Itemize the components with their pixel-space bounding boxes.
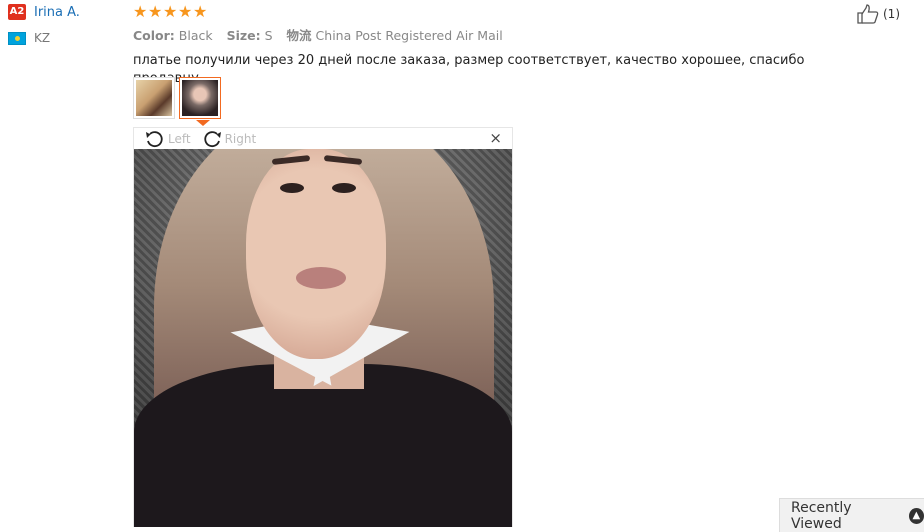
review-content: ★ ★ ★ ★ ★ Color: Black Size: S 物流 China … <box>133 2 833 88</box>
rating-stars: ★ ★ ★ ★ ★ <box>133 2 833 22</box>
rotate-right-label: Right <box>224 131 257 146</box>
shipping-label: 物流 <box>286 28 312 43</box>
color-value: Black <box>178 28 213 43</box>
review-thumbnail-1[interactable] <box>133 77 175 119</box>
rotate-right-icon <box>203 130 221 147</box>
star-icon: ★ <box>193 2 208 21</box>
image-viewer: Left Right × <box>133 127 513 527</box>
review-thumbnail-2[interactable] <box>179 77 221 119</box>
reviewer-info: A2 Irina A. KZ <box>8 3 118 55</box>
size-label: Size: <box>226 28 261 43</box>
thumbs-up-icon <box>857 4 879 24</box>
rotate-right-button[interactable]: Right <box>201 129 257 149</box>
star-icon: ★ <box>148 2 163 21</box>
review-text: платье получили через 20 дней после зака… <box>133 53 805 86</box>
reviewer-name[interactable]: Irina A. <box>34 5 80 20</box>
rotate-left-icon <box>146 130 163 147</box>
helpful-vote[interactable]: (1) <box>856 4 900 24</box>
recently-viewed-button[interactable]: Recently Viewed ▲ <box>779 498 924 532</box>
shipping-value: China Post Registered Air Mail <box>315 28 503 43</box>
star-icon: ★ <box>178 2 193 21</box>
review-photo <box>134 149 512 527</box>
order-info: Color: Black Size: S 物流 China Post Regis… <box>133 26 833 46</box>
review-thumbnails <box>133 77 221 119</box>
star-icon: ★ <box>163 2 178 21</box>
star-icon: ★ <box>133 2 148 21</box>
rotate-left-button[interactable]: Left <box>144 129 191 149</box>
close-icon[interactable]: × <box>489 130 502 146</box>
helpful-count: (1) <box>883 7 900 21</box>
color-label: Color: <box>133 28 175 43</box>
recently-viewed-label: Recently Viewed <box>791 499 852 532</box>
chevron-up-icon: ▲ <box>908 507 924 524</box>
viewer-toolbar: Left Right × <box>134 128 512 149</box>
flag-kz-icon <box>8 31 26 45</box>
reviewer-country: KZ <box>34 31 51 45</box>
rotate-left-label: Left <box>168 131 191 146</box>
active-thumbnail-pointer <box>196 120 210 126</box>
buyer-level-badge: A2 <box>8 4 26 20</box>
size-value: S <box>264 28 273 43</box>
